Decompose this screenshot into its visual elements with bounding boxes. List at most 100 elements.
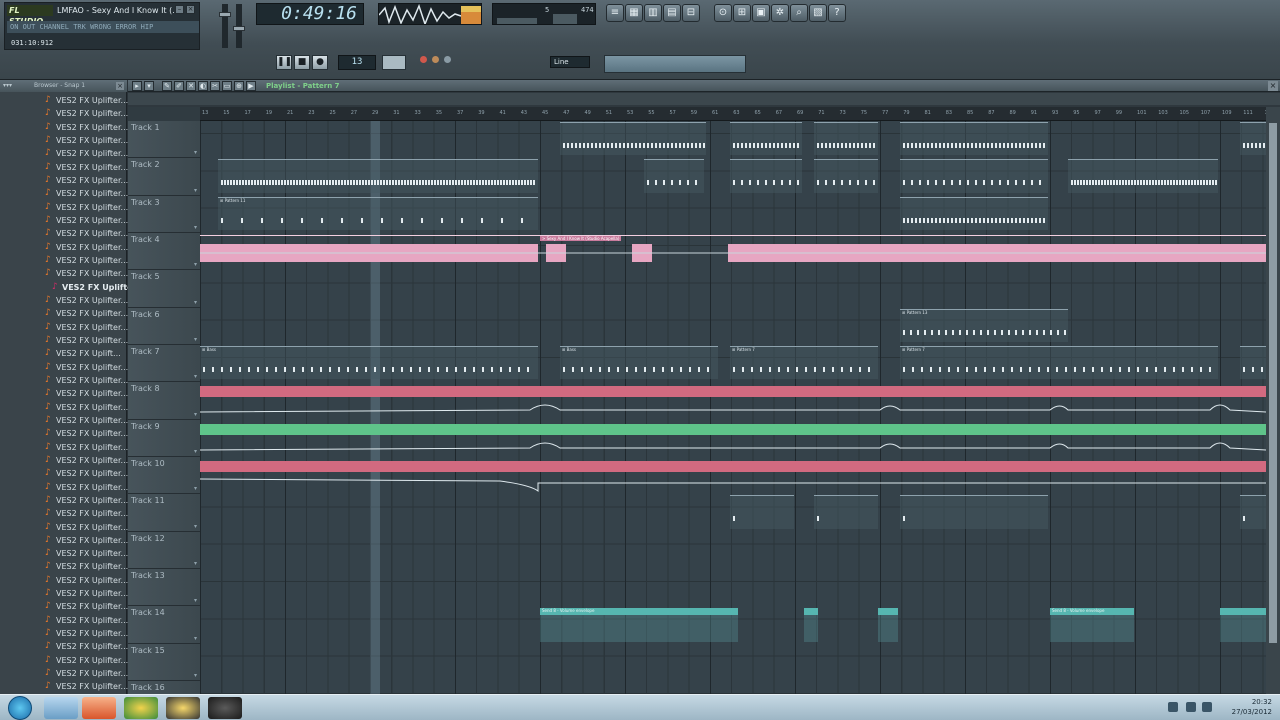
pause-button[interactable]: ❚❚ — [276, 55, 292, 70]
track-menu-icon[interactable]: ▾ — [194, 523, 197, 530]
plugin-picker-icon[interactable]: ⊙ — [714, 4, 732, 22]
browser-item[interactable]: ♪ VES2 FX Uplifter... — [0, 401, 128, 414]
record-button[interactable]: ● — [312, 55, 328, 70]
track-menu-icon[interactable]: ▾ — [194, 187, 197, 194]
track-header[interactable]: Track 3 ▾ — [128, 195, 200, 233]
browser-item[interactable]: ♪ VES2 FX Uplifter... — [0, 241, 128, 254]
piano-roll-icon[interactable]: ▥ — [644, 4, 662, 22]
browser-item[interactable]: ♪ VES2 FX Uplifter... — [0, 307, 128, 320]
menu-arrow-icon[interactable]: ▸ — [132, 81, 142, 91]
tray-arrow-icon[interactable] — [1168, 702, 1178, 712]
select-tool-icon[interactable]: ▭ — [222, 81, 232, 91]
browser-item[interactable]: ♪ VES2 FX Uplifter... — [0, 161, 128, 174]
pattern-clip[interactable] — [814, 122, 878, 156]
close-icon[interactable]: × — [1268, 81, 1278, 91]
playlist-scroll-bar[interactable] — [128, 93, 1280, 116]
track-menu-icon[interactable]: ▾ — [194, 149, 197, 156]
browser-item[interactable]: ♪ VES2 FX Uplifter... — [0, 174, 128, 187]
track-menu-icon[interactable]: ▾ — [194, 373, 197, 380]
browser-item[interactable]: ♪ VES2 FX Uplifter... — [0, 574, 128, 587]
track-header[interactable]: Track 6 ▾ — [128, 307, 200, 345]
track-header[interactable]: Track 7 ▾ — [128, 344, 200, 383]
browser-item[interactable]: ♪ VES2 FX Uplifter... — [0, 441, 128, 454]
track-menu-icon[interactable]: ▾ — [194, 448, 197, 455]
snap-selector[interactable]: Line — [550, 56, 590, 68]
chrome-icon[interactable] — [124, 697, 158, 719]
track-header[interactable]: Track 1 ▾ — [128, 121, 200, 159]
track-menu-icon[interactable]: ▾ — [194, 485, 197, 492]
timeline-ruler[interactable]: 13 15 17 19 21 23 25 27 29 31 33 35 37 39 41 43 45 47 49 51… — [200, 107, 1274, 121]
browser-item[interactable]: ♪ VES2 FX Uplifter... — [0, 334, 128, 347]
playlist-title[interactable]: Playlist - Pattern 7 — [266, 80, 340, 92]
track-header[interactable]: Track 11 ▾ — [128, 494, 200, 532]
pattern-clip[interactable] — [730, 159, 802, 193]
browser-item[interactable]: ♪ VES2 FX Uplifter... — [0, 534, 128, 547]
mixer-icon[interactable]: ⊟ — [682, 4, 700, 22]
explorer-icon[interactable] — [44, 697, 78, 719]
pattern-clip[interactable] — [900, 159, 1048, 193]
browser-item[interactable]: ♪ VES2 FX Uplifter... — [0, 467, 128, 480]
track-header[interactable]: Track 5 ▾ — [128, 270, 200, 308]
browser-item[interactable]: ♪ VES2 FX Uplifter... — [0, 587, 128, 600]
automation-clip[interactable]: Send 8 - Volume envelope — [540, 608, 738, 643]
browser-item[interactable]: ♪ VES2 FX Uplifter... — [0, 654, 128, 667]
track-header[interactable]: Track 4 ▾ — [128, 232, 200, 271]
browser-item[interactable]: ♪ VES2 FX Uplifter... — [0, 374, 128, 387]
delete-tool-icon[interactable]: ✕ — [186, 81, 196, 91]
browser-item[interactable]: ♪ VES2 FX Uplifter... — [0, 454, 128, 467]
browser-item[interactable]: ♪ VES2 FX Uplifter... — [0, 387, 128, 400]
pattern-clip[interactable] — [218, 159, 538, 193]
pattern-clip[interactable] — [1240, 495, 1266, 529]
browser-item[interactable]: ♪ VES2 FX Uplifter... — [0, 414, 128, 427]
pattern-clip[interactable]: ⊞ Pattern 7 — [730, 345, 878, 380]
pattern-clip[interactable] — [1240, 122, 1266, 156]
browser-item[interactable]: ♪ VES2 FX Uplifter... — [0, 267, 128, 280]
track-header[interactable]: Track 15 ▾ — [128, 643, 200, 681]
vertical-scrollbar[interactable] — [1266, 107, 1280, 694]
media-player-icon[interactable] — [82, 697, 116, 719]
track-menu-icon[interactable]: ▾ — [194, 597, 197, 604]
tray-volume-icon[interactable] — [1202, 702, 1212, 712]
browser-item[interactable]: ♪ VES2 FX Uplifter... — [0, 214, 128, 227]
pattern-clip[interactable]: ⊞ Pattern 11 — [218, 196, 538, 230]
playback-tool-icon[interactable]: ▶ — [246, 81, 256, 91]
vertical-scroll-thumb[interactable] — [1269, 123, 1277, 643]
pattern-clip[interactable] — [730, 122, 802, 156]
snap-icon[interactable]: ▾ — [144, 81, 154, 91]
paint-tool-icon[interactable]: ✐ — [174, 81, 184, 91]
browser-item[interactable]: ♪ VES2 FX Uplifter... — [0, 227, 128, 240]
pattern-selector[interactable]: 13 — [338, 55, 376, 70]
step-sequencer-icon[interactable]: ▦ — [625, 4, 643, 22]
automation-clip[interactable]: Send 8 - Volume envelope — [1050, 608, 1134, 643]
pattern-clip[interactable] — [900, 196, 1048, 230]
pattern-clip[interactable] — [730, 495, 794, 529]
browser-item[interactable]: ♪ VES2 FX Uplifter... — [0, 281, 145, 294]
pattern-clip[interactable]: ⊞ Bass — [560, 345, 718, 380]
browser-item[interactable]: ♪ VES2 FX Uplifter... — [0, 121, 128, 134]
browser-item[interactable]: ♪ VES2 FX Uplifter... — [0, 94, 128, 107]
pattern-clip[interactable] — [1240, 345, 1266, 380]
main-volume-slider[interactable] — [219, 4, 231, 48]
record-indicator-icon[interactable] — [420, 56, 427, 63]
track-header[interactable]: Track 13 ▾ — [128, 568, 200, 607]
stop-button[interactable]: ■ — [294, 55, 310, 70]
pattern-clip[interactable] — [900, 122, 1048, 156]
browser-item[interactable]: ♪ VES2 FX Uplifter... — [0, 627, 128, 640]
browser-item[interactable]: ♪ VES2 FX Uplifter... — [0, 680, 128, 693]
wizard-icon[interactable]: ✲ — [771, 4, 789, 22]
track-menu-icon[interactable]: ▾ — [194, 224, 197, 231]
pattern-clip[interactable] — [814, 495, 878, 529]
app-taskbar-icon[interactable] — [208, 697, 242, 719]
taskbar-clock[interactable]: 20:32 27/03/2012 — [1232, 697, 1272, 717]
browser-item[interactable]: ♪ VES2 FX Uplifter... — [0, 507, 128, 520]
browser-item[interactable]: ♪ VES2 FX Uplifter... — [0, 494, 128, 507]
browser-nav-icon[interactable]: ▾▾▾ — [3, 80, 12, 92]
track-menu-icon[interactable]: ▾ — [194, 411, 197, 418]
browser-item[interactable]: ♪ VES2 FX Uplifter... — [0, 361, 128, 374]
browser-item[interactable]: ♪ VES2 FX Uplifter... — [0, 134, 128, 147]
track-menu-icon[interactable]: ▾ — [194, 336, 197, 343]
browser-item[interactable]: ♪ VES2 FX Uplifter... — [0, 187, 128, 200]
browser-item[interactable]: ♪ VES2 FX Uplifter... — [0, 547, 128, 560]
track-header[interactable]: Track 10 ▾ — [128, 456, 200, 495]
start-button[interactable] — [8, 696, 32, 720]
